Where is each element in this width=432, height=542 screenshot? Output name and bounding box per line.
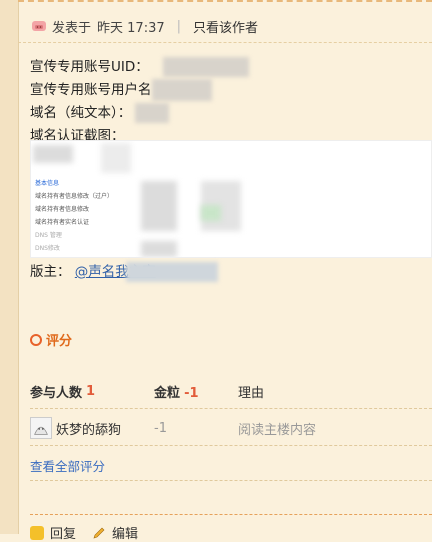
redacted-username bbox=[151, 79, 212, 101]
view-all-ratings-link[interactable]: 查看全部评分 bbox=[30, 456, 105, 475]
rater-username[interactable]: 妖梦的舔狗 bbox=[56, 419, 121, 438]
meta-separator: | bbox=[176, 18, 182, 34]
screenshot-menu-item: 域名持有者信息修改 bbox=[35, 206, 90, 213]
domain-verification-screenshot[interactable]: 基本信息 域名持有者信息修改（过户） 域名持有者信息修改 域名持有者实名认证 D… bbox=[30, 140, 432, 258]
left-rail bbox=[0, 0, 19, 534]
uid-row: 宣传专用账号UID： bbox=[30, 56, 432, 79]
posted-label: 发表于 bbox=[52, 20, 92, 36]
rating-header: 评分 bbox=[30, 330, 72, 349]
rating-table-header: 参与人数 1 金粒 -1 理由 bbox=[30, 374, 432, 408]
post-content: 宣传专用账号UID： 宣传专用账号用户名 域名（纯文本）： 域名认证截图： bbox=[30, 56, 432, 148]
top-dashed-border bbox=[18, 0, 432, 6]
rating-divider bbox=[30, 480, 432, 481]
rating-divider bbox=[30, 445, 432, 446]
post-meta: 发表于 昨天 17:37 | 只看该作者 bbox=[32, 16, 258, 36]
rating-title: 评分 bbox=[46, 334, 73, 349]
username-row: 宣传专用账号用户名 bbox=[30, 79, 432, 102]
posted-time: 昨天 17:37 bbox=[97, 20, 165, 36]
footer-divider bbox=[30, 514, 432, 515]
reply-icon bbox=[30, 525, 44, 540]
screenshot-menu-item: 基本信息 bbox=[35, 180, 60, 187]
edit-button[interactable]: 编辑 bbox=[92, 523, 138, 542]
redacted-moderator bbox=[125, 262, 218, 282]
domain-row: 域名（纯文本）： bbox=[30, 102, 432, 125]
participants-label: 参与人数 bbox=[30, 385, 83, 401]
edit-label: 编辑 bbox=[112, 527, 139, 542]
rating-entry-row: 妖梦的舔狗 -1 阅读主楼内容 bbox=[30, 411, 432, 445]
uid-label: 宣传专用账号UID： bbox=[30, 59, 149, 75]
screenshot-blur bbox=[101, 143, 131, 173]
redacted-domain bbox=[135, 103, 170, 123]
username-label: 宣传专用账号用户名 bbox=[30, 82, 152, 98]
moderator-label: 版主： bbox=[30, 264, 71, 280]
screenshot-blur bbox=[141, 181, 177, 231]
gold-total: -1 bbox=[184, 385, 199, 401]
pencil-icon bbox=[93, 527, 105, 538]
redacted-uid bbox=[162, 57, 249, 77]
screenshot-menu-item: 域名持有者实名认证 bbox=[35, 219, 90, 226]
reason-label: 理由 bbox=[238, 385, 265, 401]
screenshot-menu: 基本信息 域名持有者信息修改（过户） 域名持有者信息修改 域名持有者实名认证 D… bbox=[35, 177, 113, 255]
screenshot-menu-item: DNS修改 bbox=[35, 245, 60, 252]
post-actions: 回复 编辑 bbox=[30, 523, 138, 542]
screenshot-menu-item: 域名持有者信息修改（过户） bbox=[35, 193, 114, 200]
reply-button[interactable]: 回复 bbox=[30, 523, 76, 542]
screenshot-blur bbox=[201, 205, 221, 221]
domain-label: 域名（纯文本）： bbox=[30, 105, 132, 121]
rating-reason: 阅读主楼内容 bbox=[238, 422, 317, 438]
rating-gold: -1 bbox=[154, 420, 167, 436]
screenshot-blur bbox=[141, 241, 177, 257]
rating-circle-icon bbox=[30, 333, 42, 346]
gold-label: 金粒 bbox=[154, 385, 181, 401]
screenshot-menu-item: DNS 管理 bbox=[35, 232, 62, 239]
participants-count: 1 bbox=[86, 383, 96, 399]
user-avatar[interactable] bbox=[30, 417, 52, 439]
reply-label: 回复 bbox=[50, 527, 77, 542]
author-only-link[interactable]: 只看该作者 bbox=[193, 17, 258, 36]
moderator-row: 版主： @声名我主宰 bbox=[30, 260, 218, 282]
meta-divider bbox=[18, 42, 432, 43]
screenshot-blur bbox=[33, 145, 73, 163]
rating-divider bbox=[30, 408, 432, 409]
pig-icon bbox=[32, 21, 46, 31]
